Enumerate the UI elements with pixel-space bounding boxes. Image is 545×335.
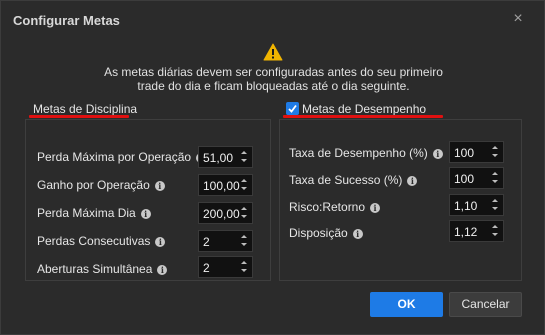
performance-group-title: Metas de Desempenho: [302, 102, 427, 116]
input-value: 2: [203, 261, 210, 275]
input-value: 1,12: [454, 225, 478, 239]
spinner-arrows-icon[interactable]: [492, 198, 500, 212]
discipline-panel: Perda Máxima por Operação i 51,00 Ganho p…: [25, 119, 271, 281]
info-icon[interactable]: i: [157, 265, 168, 275]
performance-panel: Taxa de Desempenho (%) i 100 Taxa de Suce…: [279, 119, 522, 281]
input-value: 200,00: [203, 207, 240, 221]
input-value: 100,00: [203, 179, 240, 193]
info-icon[interactable]: i: [352, 229, 363, 239]
checkmark-icon: [288, 104, 297, 113]
spinner-arrows-icon[interactable]: [241, 150, 249, 164]
input-value: 1,10: [454, 199, 478, 213]
risco-retorno-input[interactable]: 1,10: [449, 194, 504, 216]
field-label: Disposição: [289, 226, 348, 240]
taxa-desempenho-input[interactable]: 100: [449, 141, 504, 163]
field-label: Risco:Retorno: [289, 200, 366, 214]
perda-maxima-dia-input[interactable]: 200,00: [198, 202, 253, 224]
warning-message-line-1: As metas diárias devem ser configuradas …: [104, 65, 443, 79]
info-icon[interactable]: i: [432, 149, 443, 159]
field-label: Aberturas Simultânea: [37, 262, 153, 276]
configurar-metas-dialog: Configurar Metas × As metas diárias deve…: [0, 0, 545, 335]
spinner-arrows-icon[interactable]: [492, 145, 500, 159]
field-label: Taxa de Desempenho (%): [289, 146, 428, 160]
info-icon[interactable]: i: [370, 203, 381, 213]
performance-underline: [283, 115, 443, 118]
taxa-sucesso-input[interactable]: 100: [449, 167, 504, 189]
spinner-arrows-icon[interactable]: [241, 206, 249, 220]
info-icon[interactable]: i: [140, 209, 151, 219]
title-bar: Configurar Metas ×: [1, 1, 544, 37]
dialog-title: Configurar Metas: [13, 13, 120, 28]
info-icon[interactable]: i: [155, 237, 166, 247]
field-label: Perdas Consecutivas: [37, 234, 151, 248]
perdas-consecutivas-input[interactable]: 2: [198, 230, 253, 252]
spinner-arrows-icon[interactable]: [241, 178, 249, 192]
close-icon[interactable]: ×: [511, 11, 525, 27]
input-value: 100: [454, 146, 475, 160]
perda-maxima-operacao-input[interactable]: 51,00: [198, 146, 253, 168]
field-label: Perda Máxima por Operação: [37, 150, 192, 164]
warning-triangle-icon: [263, 43, 283, 61]
cancel-button[interactable]: Cancelar: [449, 292, 522, 317]
ok-button[interactable]: OK: [370, 292, 443, 317]
discipline-group-title: Metas de Disciplina: [33, 102, 138, 116]
field-label: Taxa de Sucesso (%): [289, 173, 403, 187]
ganho-operacao-input[interactable]: 100,00: [198, 174, 253, 196]
disposicao-input[interactable]: 1,12: [449, 220, 504, 242]
input-value: 2: [203, 235, 210, 249]
field-label: Perda Máxima Dia: [37, 206, 136, 220]
info-icon[interactable]: i: [407, 176, 418, 186]
spinner-arrows-icon[interactable]: [241, 234, 249, 248]
discipline-underline: [29, 115, 129, 118]
info-icon[interactable]: i: [154, 181, 165, 191]
field-label: Ganho por Operação: [37, 178, 150, 192]
spinner-arrows-icon[interactable]: [492, 171, 500, 185]
warning-message: As metas diárias devem ser configuradas …: [91, 65, 456, 93]
input-value: 51,00: [203, 151, 234, 165]
aberturas-simultanea-input[interactable]: 2: [198, 256, 253, 278]
spinner-arrows-icon[interactable]: [492, 224, 500, 238]
warning-message-line-2: trade do dia e ficam bloqueadas até o di…: [137, 79, 410, 93]
performance-checkbox[interactable]: [286, 102, 299, 115]
spinner-arrows-icon[interactable]: [241, 260, 249, 274]
input-value: 100: [454, 172, 475, 186]
